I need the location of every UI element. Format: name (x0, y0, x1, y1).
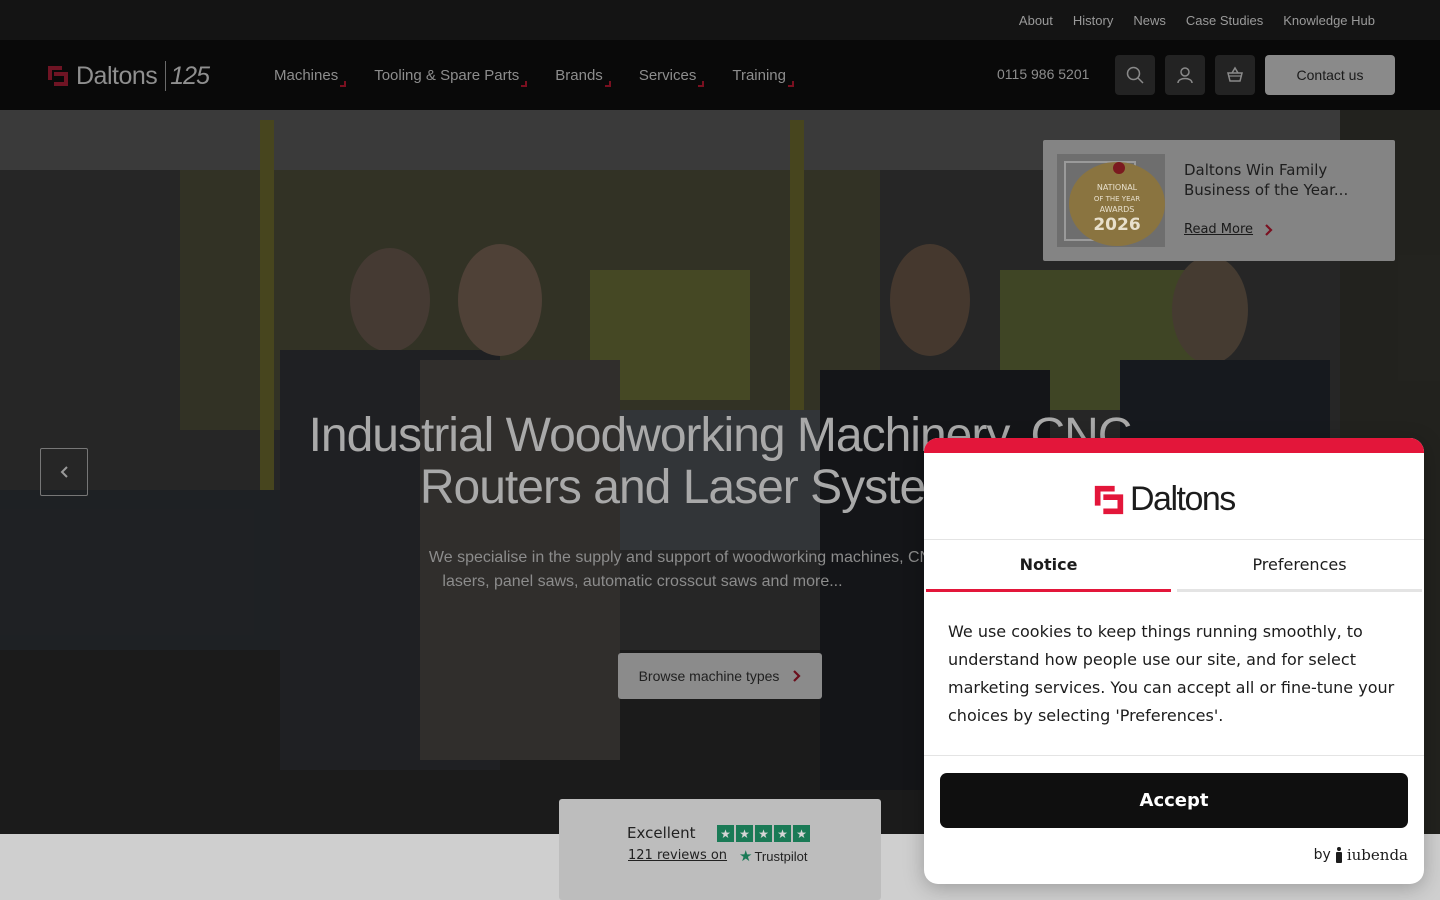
award-thumbnail: NATIONAL OF THE YEAR AWARDS 2026 (1057, 154, 1165, 247)
link-knowledge-hub[interactable]: Knowledge Hub (1283, 13, 1375, 28)
cta-label: Browse machine types (638, 668, 780, 684)
nav-brands-label: Brands (555, 66, 603, 84)
site-logo[interactable]: Daltons 125 (46, 61, 210, 91)
tab-notice[interactable]: Notice (926, 540, 1171, 592)
logo-anniversary: 125 (170, 61, 210, 90)
nav-machines[interactable]: Machines (274, 66, 347, 87)
cookie-notice-text: We use cookies to keep things running sm… (948, 622, 1395, 725)
star-icon: ★ (774, 825, 791, 842)
award-badge-image: NATIONAL OF THE YEAR AWARDS 2026 (1064, 161, 1165, 246)
cookie-logo: Daltons (1092, 480, 1236, 519)
trustpilot-star-icon: ★ (739, 848, 753, 865)
contact-us-button[interactable]: Contact us (1265, 55, 1395, 95)
read-more-link[interactable]: Read More (1184, 222, 1273, 237)
nav-training[interactable]: Training (732, 66, 794, 87)
dropdown-caret-icon (604, 80, 611, 87)
iubenda-icon (1335, 847, 1342, 863)
accept-button[interactable]: Accept (940, 773, 1408, 828)
star-icon: ★ (793, 825, 810, 842)
link-case-studies[interactable]: Case Studies (1186, 13, 1263, 28)
powered-by-label: by (1313, 847, 1331, 863)
main-nav: Daltons 125 Machines Tooling & Spare Par… (0, 40, 1440, 110)
logo-divider (165, 61, 167, 91)
trustpilot-brand-label: Trustpilot (754, 848, 808, 864)
svg-text:AWARDS: AWARDS (1100, 205, 1135, 214)
link-history[interactable]: History (1073, 13, 1113, 28)
svg-text:OF THE YEAR: OF THE YEAR (1094, 195, 1140, 203)
trust-reviews-link[interactable]: 121 reviews on (628, 848, 727, 863)
nav-brands[interactable]: Brands (555, 66, 611, 87)
iubenda-brand: iubenda (1346, 846, 1408, 864)
account-icon (1177, 67, 1193, 84)
browse-machine-types-button[interactable]: Browse machine types (618, 653, 822, 699)
svg-text:NATIONAL: NATIONAL (1097, 183, 1138, 192)
trustpilot-logo: ★ Trustpilot (739, 847, 807, 865)
star-icon: ★ (736, 825, 753, 842)
search-button[interactable] (1115, 55, 1155, 95)
trustpilot-widget[interactable]: Excellent ★ ★ ★ ★ ★ 121 reviews on ★ Tru… (559, 799, 881, 900)
basket-button[interactable] (1215, 55, 1255, 95)
daltons-logo-mark (48, 66, 68, 86)
utility-links: About History News Case Studies Knowledg… (1019, 0, 1375, 40)
chevron-right-icon (1265, 223, 1273, 236)
basket-icon (1227, 66, 1243, 82)
primary-menu: Machines Tooling & Spare Parts Brands Se… (274, 40, 794, 110)
link-news[interactable]: News (1133, 13, 1166, 28)
trust-stars: ★ ★ ★ ★ ★ (717, 825, 810, 842)
dropdown-caret-icon (521, 80, 528, 87)
chevron-right-icon (793, 670, 801, 682)
daltons-logo-mark (1094, 485, 1124, 514)
cookie-tabs: Notice Preferences (926, 540, 1422, 592)
read-more-label: Read More (1184, 222, 1254, 237)
nav-machines-label: Machines (274, 66, 339, 84)
tab-preferences[interactable]: Preferences (1177, 540, 1422, 592)
account-button[interactable] (1165, 55, 1205, 95)
link-about[interactable]: About (1019, 13, 1053, 28)
news-card[interactable]: NATIONAL OF THE YEAR AWARDS 2026 Daltons… (1043, 140, 1395, 261)
divider (924, 755, 1424, 756)
svg-text:2026: 2026 (1093, 215, 1140, 235)
dropdown-caret-icon (787, 80, 794, 87)
phone-number[interactable]: 0115 986 5201 (997, 66, 1089, 82)
star-icon: ★ (755, 825, 772, 842)
nav-tooling-label: Tooling & Spare Parts (374, 66, 520, 84)
trust-rating-word: Excellent (627, 824, 696, 842)
cookie-logo-wordmark: Daltons (1130, 480, 1236, 518)
cookie-consent-dialog: Daltons Notice Preferences We use cookie… (924, 438, 1424, 884)
logo-wordmark: Daltons (76, 61, 158, 90)
dropdown-caret-icon (340, 80, 347, 87)
nav-services[interactable]: Services (638, 66, 705, 87)
cookie-accent-bar (924, 438, 1424, 453)
powered-by-iubenda[interactable]: by iubenda (1314, 846, 1408, 864)
nav-tooling[interactable]: Tooling & Spare Parts (374, 66, 528, 87)
search-icon (1126, 66, 1144, 84)
utility-bar: About History News Case Studies Knowledg… (0, 0, 1440, 40)
news-title: Daltons Win Family Business of the Year.… (1184, 161, 1349, 199)
star-icon: ★ (717, 825, 734, 842)
nav-services-label: Services (638, 66, 697, 84)
dropdown-caret-icon (698, 80, 705, 87)
nav-training-label: Training (732, 66, 786, 84)
